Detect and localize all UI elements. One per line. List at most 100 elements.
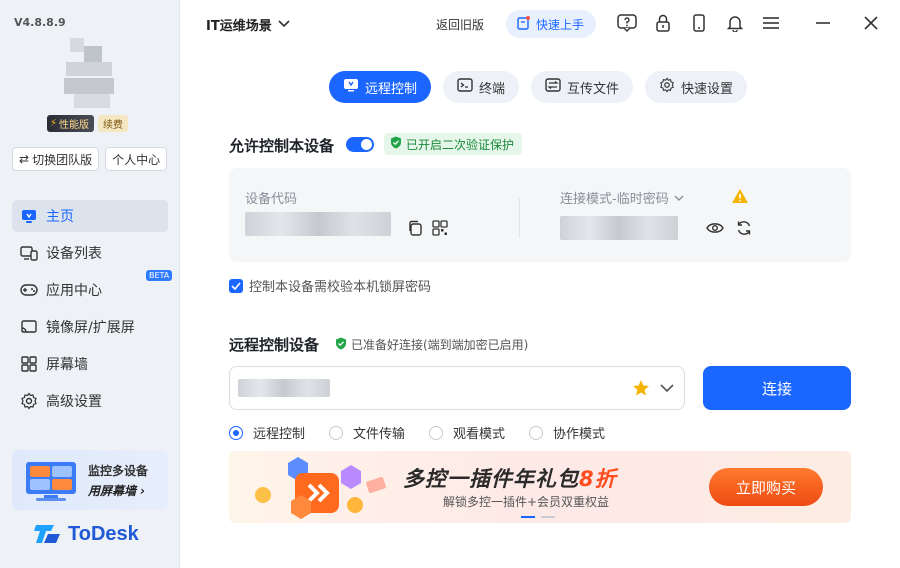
sidebar-item-label: 应用中心 (46, 283, 102, 299)
mode-label: 远程控制 (253, 427, 306, 442)
gear-icon (659, 77, 675, 97)
shield-check-icon (390, 136, 402, 152)
todesk-logo: ToDesk (34, 522, 139, 546)
screen-wall-promo[interactable]: 监控多设备 用屏幕墙 › (12, 450, 168, 510)
minimize-icon[interactable] (812, 12, 834, 34)
allow-control-toggle[interactable] (346, 137, 374, 152)
switch-team-button[interactable]: ⇄ 切换团队版 (12, 147, 100, 171)
cast-icon (20, 318, 38, 336)
sidebar-item-mirror[interactable]: 镜像屏/扩展屏 (12, 311, 168, 343)
sidebar-item-label: 高级设置 (46, 394, 102, 410)
sidebar-item-label: 设备列表 (46, 246, 102, 262)
sidebar-item-screen-wall[interactable]: 屏幕墙 (12, 348, 168, 380)
banner-title-discount: 8折 (579, 467, 617, 491)
connect-mode-radios: 远程控制 文件传输 观看模式 协作模式 (229, 423, 629, 442)
mode-remote-control-radio[interactable]: 远程控制 (229, 423, 305, 442)
card-divider (519, 198, 520, 238)
sidebar-menu: 主页 设备列表 应用中心 BETA 镜像屏/扩展屏 屏幕墙 高级设置 (12, 200, 173, 422)
sidebar-item-label: 主页 (46, 209, 74, 225)
device-code-label: 设备代码 (245, 192, 298, 207)
beta-badge: BETA (146, 270, 173, 281)
sidebar-item-label: 镜像屏/扩展屏 (46, 320, 135, 336)
copy-icon[interactable] (407, 220, 423, 240)
menu-icon[interactable] (760, 12, 782, 34)
connection-mode-label: 连接模式-临时密码 (560, 192, 669, 207)
mode-file-transfer-radio[interactable]: 文件传输 (329, 423, 405, 442)
return-old-version-link[interactable]: 返回旧版 (436, 16, 484, 33)
two-factor-badge[interactable]: 已开启二次验证保护 (384, 133, 523, 155)
transfer-icon (545, 78, 561, 96)
sidebar-item-home[interactable]: 主页 (12, 200, 168, 232)
gear-icon (20, 392, 38, 410)
radio-selected-icon (229, 425, 243, 440)
lightning-icon: ⚡ (50, 118, 58, 129)
device-info-card: 设备代码 连接模式-临时密码 (229, 168, 851, 262)
mode-label: 协作模式 (553, 427, 606, 442)
sidebar-item-devices[interactable]: 设备列表 (12, 237, 168, 269)
connection-mode-dropdown[interactable]: 连接模式-临时密码 (560, 188, 684, 207)
sidebar: V4.8.8.9 ⚡ 性能版 续费 ⇄ 切换团队版 个人中心 主页 设备列表 应… (0, 0, 180, 568)
qrcode-icon[interactable] (432, 220, 448, 240)
todesk-logo-text: ToDesk (68, 522, 139, 545)
check-circle-icon (335, 337, 347, 353)
lock-icon[interactable] (652, 12, 674, 34)
renew-badge[interactable]: 续费 (98, 115, 129, 132)
grid-icon (20, 355, 38, 373)
sidebar-item-app-center[interactable]: 应用中心 BETA (12, 270, 173, 306)
ready-status-label: 已准备好连接(端到端加密已启用) (351, 338, 529, 352)
chevron-down-icon[interactable] (660, 382, 674, 397)
version-label: V4.8.8.9 (14, 16, 66, 29)
performance-badge-label: 性能版 (59, 120, 90, 131)
banner-subtitle: 解锁多控一插件+会员双重权益 (443, 495, 610, 509)
monitor-icon (343, 78, 359, 96)
ready-status: 已准备好连接(端到端加密已启用) (335, 336, 528, 353)
help-icon[interactable] (616, 12, 638, 34)
buy-now-button[interactable]: 立即购买 (709, 468, 823, 506)
mode-view-radio[interactable]: 观看模式 (429, 423, 505, 442)
carousel-dots[interactable] (521, 516, 555, 518)
avatar[interactable] (64, 38, 114, 110)
tab-quick-settings[interactable]: 快速设置 (645, 71, 748, 103)
personal-center-button[interactable]: 个人中心 (105, 147, 168, 171)
mode-label: 文件传输 (353, 427, 406, 442)
mode-collab-radio[interactable]: 协作模式 (529, 423, 605, 442)
remote-id-input[interactable] (229, 366, 685, 410)
tab-label: 终端 (479, 81, 506, 97)
lock-password-checkbox[interactable]: 控制本设备需校验本机锁屏密码 (229, 276, 431, 295)
mode-label: 观看模式 (453, 427, 506, 442)
refresh-icon[interactable] (736, 220, 752, 240)
title-bar: IT运维场景 返回旧版 快速上手 (180, 0, 900, 48)
switch-team-label: 切换团队版 (32, 152, 93, 167)
promo-banner[interactable]: 多控一插件年礼包8折 解锁多控一插件+会员双重权益 立即购买 (229, 451, 851, 523)
promo-line1: 监控多设备 (88, 464, 149, 478)
tab-file-transfer[interactable]: 互传文件 (531, 71, 634, 103)
tab-label: 快速设置 (681, 81, 734, 97)
close-icon[interactable] (860, 12, 882, 34)
performance-badge: ⚡ 性能版 (47, 115, 95, 132)
eye-icon[interactable] (706, 221, 724, 239)
tab-remote-control[interactable]: 远程控制 (329, 71, 432, 103)
devices-icon (20, 244, 38, 262)
tab-terminal[interactable]: 终端 (443, 71, 520, 103)
lock-password-label: 控制本设备需校验本机锁屏密码 (249, 280, 432, 295)
chevron-down-icon (278, 17, 290, 32)
phone-icon[interactable] (688, 12, 710, 34)
warning-icon[interactable] (731, 188, 749, 208)
star-icon[interactable] (632, 379, 650, 401)
quick-start-button[interactable]: 快速上手 (506, 10, 597, 38)
chevron-down-icon (674, 190, 684, 205)
bell-icon[interactable] (724, 12, 746, 34)
connect-button[interactable]: 连接 (703, 366, 851, 410)
tab-label: 远程控制 (365, 81, 418, 97)
home-monitor-icon (20, 207, 38, 225)
workspace-label: IT运维场景 (206, 19, 272, 34)
swap-icon: ⇄ (19, 152, 30, 166)
workspace-selector[interactable]: IT运维场景 (206, 15, 290, 34)
device-code-value[interactable] (245, 212, 391, 236)
tab-label: 互传文件 (567, 81, 620, 97)
temp-password-value[interactable] (560, 216, 678, 240)
sidebar-item-advanced-settings[interactable]: 高级设置 (12, 385, 168, 417)
checkbox-checked-icon (229, 278, 243, 293)
book-icon (516, 15, 530, 33)
terminal-icon (457, 78, 473, 96)
